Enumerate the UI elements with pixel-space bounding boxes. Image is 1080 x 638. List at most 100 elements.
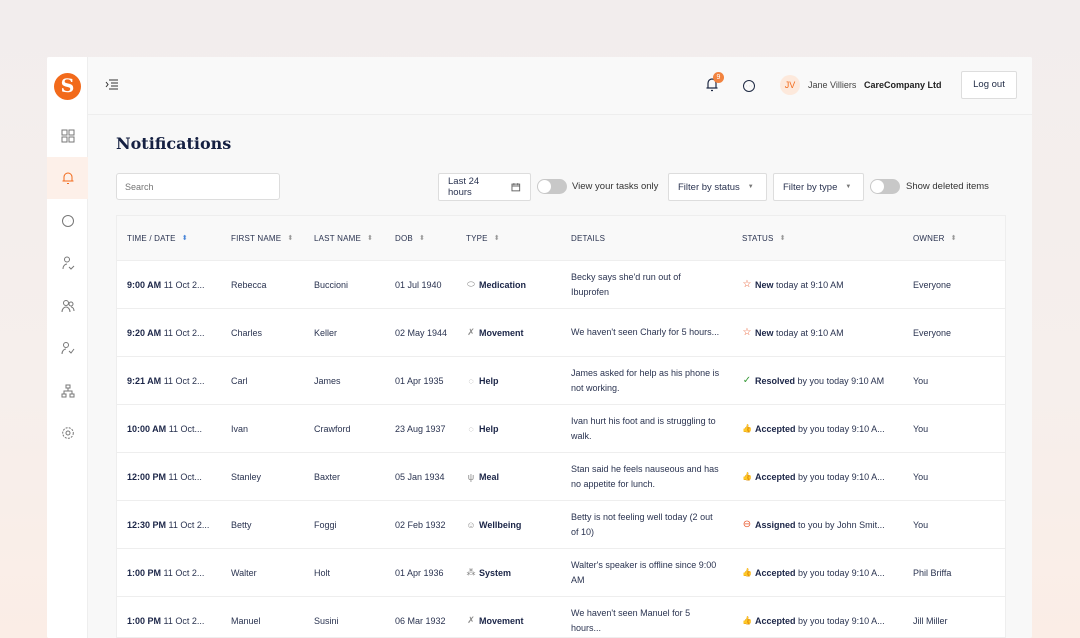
sort-icon[interactable]: ⬍ — [951, 234, 957, 242]
show-deleted-toggle[interactable] — [870, 179, 900, 194]
table-row[interactable]: 1:00 PM 11 Oct 2... Walter Holt 01 Apr 1936… — [117, 549, 1005, 597]
table-row[interactable]: 9:21 AM 11 Oct 2... Carl James 01 Apr 1935 ◌… — [117, 357, 1005, 405]
table-cell: 👍 Accepted by you today 9:10 A... — [742, 405, 885, 452]
table-cell: ⁂ System — [466, 549, 512, 596]
table-cell: ☺ Wellbeing — [466, 501, 521, 548]
table-cell: 02 Feb 1932 — [395, 501, 446, 548]
table-cell: Stanley — [231, 453, 261, 500]
table-cell: 10:00 AM 11 Oct... — [127, 405, 202, 452]
nav-users[interactable] — [47, 285, 88, 327]
sort-icon[interactable]: ⬍ — [780, 234, 786, 242]
table-cell: ☆ New today at 9:10 AM — [742, 261, 844, 308]
column-header[interactable]: TIME / DATE ⬍ — [127, 216, 188, 260]
help-icon: ◌ — [468, 375, 474, 386]
staff-icon — [61, 342, 74, 355]
company-name: CareCompany Ltd — [864, 80, 942, 90]
dob: 23 Aug 1937 — [395, 423, 446, 434]
table-cell: Susini — [314, 597, 339, 638]
column-header[interactable]: TYPE ⬍ — [466, 216, 500, 260]
status: New — [755, 327, 774, 338]
table-cell: Keller — [314, 309, 337, 356]
table-row[interactable]: 10:00 AM 11 Oct... Ivan Crawford 23 Aug 193… — [117, 405, 1005, 453]
logout-button[interactable]: Log out — [961, 71, 1017, 99]
gear-icon — [61, 427, 74, 439]
column-header[interactable]: DOB ⬍ — [395, 216, 425, 260]
meal-icon: ψ — [467, 471, 475, 482]
status-detail: by you today 9:10 A... — [798, 423, 885, 434]
table-row[interactable]: 12:30 PM 11 Oct 2... Betty Foggi 02 Feb 193… — [117, 501, 1005, 549]
date-range-picker[interactable]: Last 24 hours — [438, 173, 531, 201]
column-header-label: TIME / DATE — [127, 233, 176, 243]
filter-type-dropdown[interactable]: Filter by type ▼ — [773, 173, 864, 201]
column-header-label: DETAILS — [571, 233, 606, 243]
logo[interactable]: S — [54, 73, 81, 100]
table-cell: 1:00 PM 11 Oct 2... — [127, 549, 204, 596]
avatar[interactable]: JV — [780, 75, 800, 95]
sort-icon[interactable]: ⬍ — [419, 234, 425, 242]
last-name: Susini — [314, 615, 339, 626]
table-cell: You — [913, 453, 928, 500]
column-header[interactable]: OWNER ⬍ — [913, 216, 957, 260]
table-row[interactable]: 12:00 PM 11 Oct... Stanley Baxter 05 Jan 19… — [117, 453, 1005, 501]
dashboard-icon — [61, 129, 74, 143]
nav-staff[interactable] — [47, 327, 88, 369]
table-cell: Charles — [231, 309, 262, 356]
assigned-icon: ⊖ — [742, 519, 752, 530]
table-cell: ◌ Help — [466, 357, 498, 404]
column-header[interactable]: FIRST NAME ⬍ — [231, 216, 293, 260]
table-cell: ✗ Movement — [466, 597, 524, 638]
type: Wellbeing — [479, 519, 522, 530]
first-name: Carl — [231, 375, 248, 386]
table-row[interactable]: 9:00 AM 11 Oct 2... Rebecca Buccioni 01 Jul… — [117, 261, 1005, 309]
owner: Phil Briffa — [913, 567, 952, 578]
table-row[interactable]: 1:00 PM 11 Oct 2... Manuel Susini 06 Mar 19… — [117, 597, 1005, 638]
table-cell: Baxter — [314, 453, 340, 500]
table-cell: Foggi — [314, 501, 337, 548]
calendar-icon — [511, 183, 521, 192]
status-detail: by you today 9:10 A... — [798, 567, 885, 578]
view-tasks-toggle[interactable] — [537, 179, 567, 194]
column-header[interactable]: STATUS ⬍ — [742, 216, 786, 260]
table-cell: 👍 Accepted by you today 9:10 A... — [742, 453, 885, 500]
hierarchy-icon — [61, 384, 74, 398]
caret-down-icon: ▼ — [747, 184, 754, 190]
table-row[interactable]: 9:20 AM 11 Oct 2... Charles Keller 02 May 1… — [117, 309, 1005, 357]
sort-icon[interactable]: ⬍ — [182, 234, 188, 242]
sort-icon[interactable]: ⬍ — [287, 234, 293, 242]
help-icon: ◌ — [468, 423, 474, 434]
nav-residents[interactable] — [47, 242, 88, 284]
nav-dashboard[interactable] — [47, 115, 88, 157]
search-input[interactable] — [116, 173, 280, 200]
nav-settings[interactable] — [47, 412, 88, 454]
nav-notifications[interactable] — [47, 157, 88, 199]
nav-messages[interactable] — [47, 200, 88, 242]
sort-icon[interactable]: ⬍ — [494, 234, 500, 242]
sort-icon[interactable]: ⬍ — [367, 234, 373, 242]
last-name: Crawford — [314, 423, 351, 434]
collapse-menu-icon[interactable] — [105, 79, 118, 91]
check-icon: ✓ — [742, 375, 752, 386]
thumbs-up-icon: 👍 — [742, 472, 752, 481]
star-icon: ☆ — [742, 327, 752, 338]
view-tasks-label: View your tasks only — [572, 181, 659, 192]
notifications-button[interactable]: 9 — [705, 72, 724, 97]
first-name: Ivan — [231, 423, 249, 434]
table-cell: ⊖ Assigned to you by John Smit... — [742, 501, 885, 548]
table-cell: You — [913, 405, 928, 452]
column-header[interactable]: LAST NAME ⬍ — [314, 216, 373, 260]
table-cell: 01 Jul 1940 — [395, 261, 442, 308]
table-cell: 02 May 1944 — [395, 309, 447, 356]
table-cell: ψ Meal — [466, 453, 499, 500]
first-name: Stanley — [231, 471, 262, 482]
details: James asked for help as his phone is not… — [571, 367, 720, 393]
chat-icon[interactable] — [742, 79, 756, 93]
filter-status-dropdown[interactable]: Filter by status ▼ — [668, 173, 767, 201]
table-cell: Betty is not feeling well today (2 out o… — [571, 501, 721, 548]
type: Movement — [479, 615, 524, 626]
type: Medication — [479, 279, 527, 290]
movement-icon: ✗ — [467, 327, 475, 337]
time: 10:00 AM — [127, 423, 167, 434]
nav-structure[interactable] — [47, 370, 88, 412]
first-name: Manuel — [231, 615, 261, 626]
dob: 01 Apr 1936 — [395, 567, 444, 578]
